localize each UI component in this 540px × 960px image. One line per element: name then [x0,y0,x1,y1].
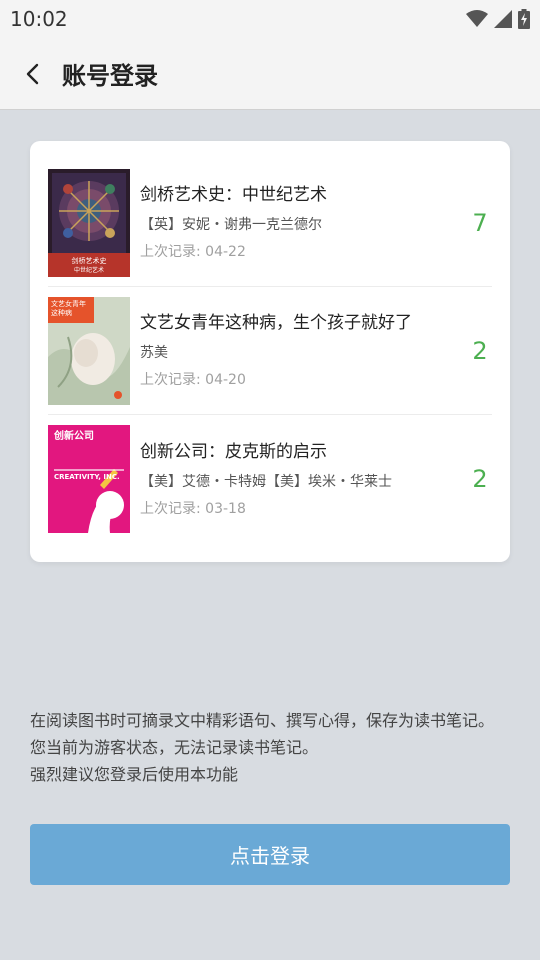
cover-subtitle: 这种病 [51,308,72,317]
cell-signal-icon [494,10,512,28]
book-cover: 创新公司 CREATIVITY, INC. [48,425,130,533]
book-cover: 文艺女青年 这种病 [48,296,130,405]
book-last-record: 上次记录: 03-18 [140,500,246,517]
cover-text: 文艺女青年 这种病 [51,300,93,318]
login-button[interactable]: 点击登录 [30,824,510,885]
note-count: 2 [472,336,488,365]
status-bar: 10:02 [0,0,540,38]
book-cover: 剑桥艺术史 中世纪艺术 [48,168,130,277]
book-title: 创新公司：皮克斯的启示 [140,441,327,462]
status-time: 10:02 [10,7,68,31]
battery-icon [518,9,530,29]
cover-title: 创新公司 [54,431,94,442]
book-row[interactable]: 剑桥艺术史 中世纪艺术 剑桥艺术史：中世纪艺术 【英】安妮・谢弗一克兰德尔 上次… [48,159,492,287]
note-count: 7 [472,208,488,237]
status-icons [466,9,530,29]
notice-line: 在阅读图书时可摘录文中精彩语句、撰写心得，保存为读书笔记。 [30,711,495,730]
chevron-left-icon [26,63,39,84]
notice-line: 您当前为游客状态，无法记录读书笔记。 [30,738,319,757]
cover-title: 剑桥艺术史 [71,256,107,265]
wifi-icon [466,10,488,27]
cover-subtitle: CREATIVITY, INC. [54,473,120,481]
book-last-record: 上次记录: 04-20 [140,372,246,388]
cover-title: 文艺女青年 [51,299,86,308]
book-info: 文艺女青年这种病，生个孩子就好了 苏美 上次记录: 04-20 [140,312,492,389]
book-list-card: 剑桥艺术史 中世纪艺术 剑桥艺术史：中世纪艺术 【英】安妮・谢弗一克兰德尔 上次… [30,141,510,562]
note-count: 2 [472,465,488,493]
book-info: 剑桥艺术史：中世纪艺术 【英】安妮・谢弗一克兰德尔 上次记录: 04-22 [140,184,492,261]
page-title: 账号登录 [62,62,158,90]
book-row[interactable]: 创新公司 CREATIVITY, INC. 创新公司：皮克斯的启示 【美】艾德・… [48,415,492,543]
cover-subtitle: 中世纪艺术 [73,266,104,274]
book-last-record: 上次记录: 04-22 [140,244,246,260]
book-title: 剑桥艺术史：中世纪艺术 [140,185,327,205]
guest-notice: 在阅读图书时可摘录文中精彩语句、撰写心得，保存为读书笔记。 您当前为游客状态，无… [30,707,510,788]
book-author: 【英】安妮・谢弗一克兰德尔 [140,217,322,233]
book-row[interactable]: 文艺女青年 这种病 文艺女青年这种病，生个孩子就好了 苏美 上次记录: 04-2… [48,287,492,415]
cover-text: 剑桥艺术史 中世纪艺术 [48,257,130,275]
back-button[interactable] [2,38,62,110]
notice-line: 强烈建议您登录后使用本功能 [30,765,239,784]
book-info: 创新公司：皮克斯的启示 【美】艾德・卡特姆【美】埃米・华莱士 上次记录: 03-… [140,441,492,518]
book-author: 【美】艾德・卡特姆【美】埃米・华莱士 [140,473,392,490]
book-author: 苏美 [140,345,168,361]
book-title: 文艺女青年这种病，生个孩子就好了 [140,313,412,333]
app-bar: 账号登录 [0,38,540,110]
